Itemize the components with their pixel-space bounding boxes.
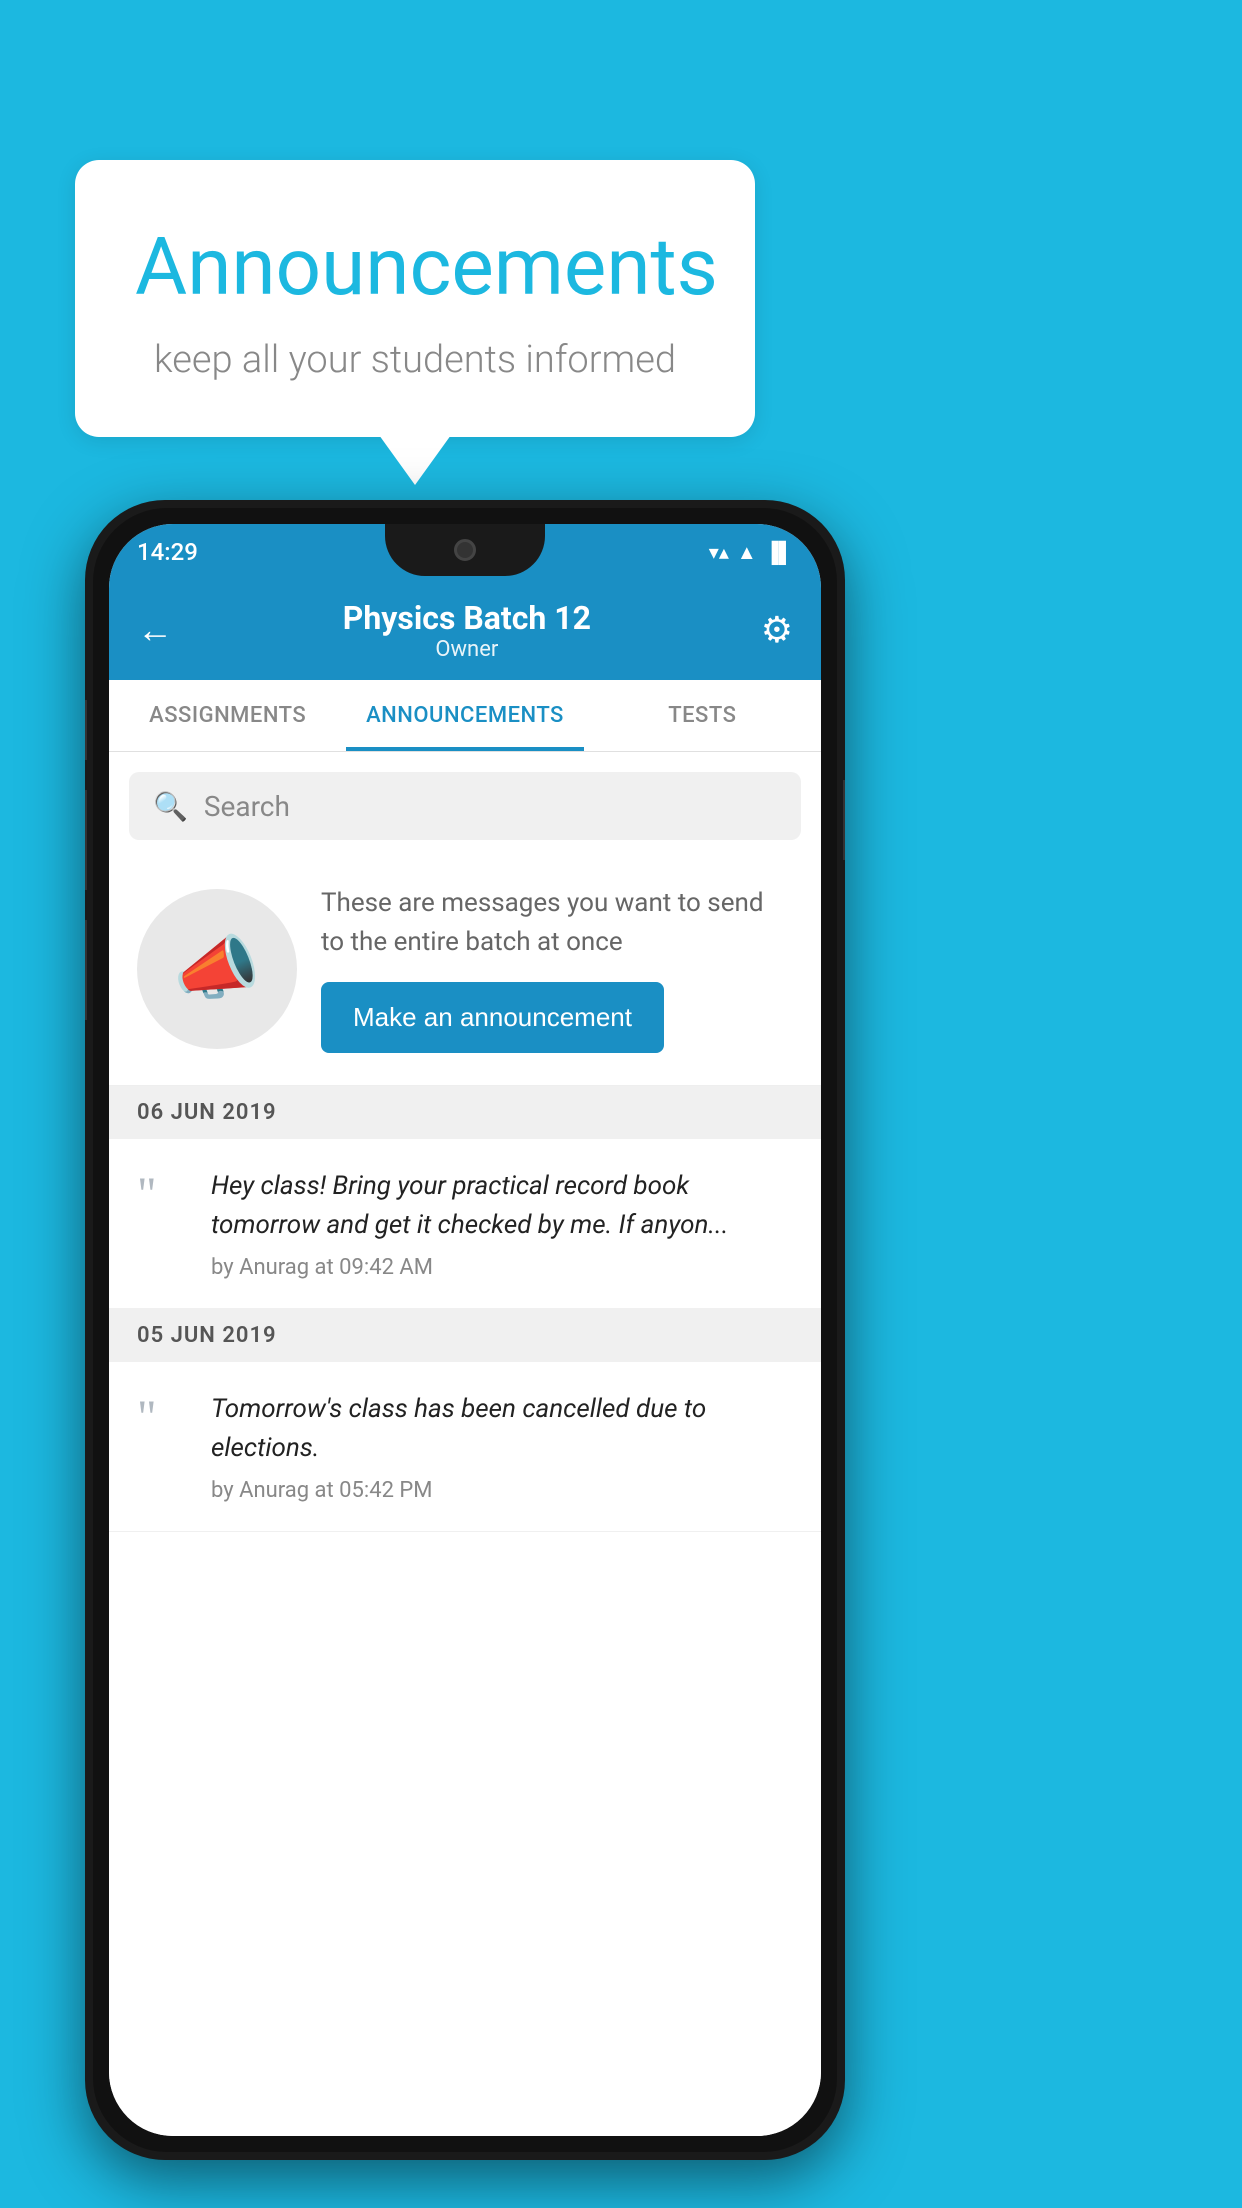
tab-assignments[interactable]: ASSIGNMENTS (109, 680, 346, 751)
speech-bubble-subtitle: keep all your students informed (135, 338, 695, 382)
tab-bar: ASSIGNMENTS ANNOUNCEMENTS TESTS (109, 680, 821, 752)
settings-button[interactable]: ⚙ (761, 609, 793, 651)
volume-up-button (85, 790, 87, 890)
tab-tests[interactable]: TESTS (584, 680, 821, 751)
quote-icon-2: " (137, 1394, 187, 1442)
phone-frame: 14:29 ▾▴ ▲ ▐▌ ← Physics Batch 12 Owner ⚙ (85, 500, 845, 2160)
speech-bubble-container: Announcements keep all your students inf… (75, 160, 755, 437)
phone-container: 14:29 ▾▴ ▲ ▐▌ ← Physics Batch 12 Owner ⚙ (85, 500, 845, 2160)
search-bar[interactable]: 🔍 Search (129, 772, 801, 840)
announcement-meta-2: by Anurag at 05:42 PM (211, 1478, 793, 1503)
app-header: ← Physics Batch 12 Owner ⚙ (109, 580, 821, 680)
content-area: 🔍 Search 📣 These are messages you want t… (109, 752, 821, 2136)
announcement-content-2: Tomorrow's class has been cancelled due … (211, 1390, 793, 1503)
status-icons: ▾▴ ▲ ▐▌ (709, 540, 793, 565)
header-title: Physics Batch 12 (343, 599, 591, 637)
search-icon: 🔍 (153, 790, 188, 823)
status-time: 14:29 (137, 538, 198, 566)
mute-button (85, 700, 87, 760)
wifi-icon: ▾▴ (709, 540, 729, 564)
date-separator-1: 06 JUN 2019 (109, 1086, 821, 1139)
back-button[interactable]: ← (137, 609, 173, 651)
announcement-item-2: " Tomorrow's class has been cancelled du… (109, 1362, 821, 1532)
search-placeholder: Search (204, 790, 290, 823)
speech-bubble-title: Announcements (135, 220, 695, 314)
speech-bubble: Announcements keep all your students inf… (75, 160, 755, 437)
header-subtitle: Owner (343, 637, 591, 662)
date-separator-2: 05 JUN 2019 (109, 1309, 821, 1362)
volume-down-button (85, 920, 87, 1020)
phone-screen: 14:29 ▾▴ ▲ ▐▌ ← Physics Batch 12 Owner ⚙ (109, 524, 821, 2136)
power-button (843, 780, 845, 860)
quote-icon-1: " (137, 1171, 187, 1219)
camera (454, 539, 476, 561)
header-title-container: Physics Batch 12 Owner (343, 599, 591, 662)
announcement-content-1: Hey class! Bring your practical record b… (211, 1167, 793, 1280)
announcement-promo: 📣 These are messages you want to send to… (109, 860, 821, 1086)
promo-right: These are messages you want to send to t… (321, 884, 793, 1053)
megaphone-icon: 📣 (173, 928, 260, 1010)
promo-description: These are messages you want to send to t… (321, 884, 793, 962)
announcement-item-1: " Hey class! Bring your practical record… (109, 1139, 821, 1309)
announcement-meta-1: by Anurag at 09:42 AM (211, 1255, 793, 1280)
announcement-text-2: Tomorrow's class has been cancelled due … (211, 1390, 793, 1468)
announcement-text-1: Hey class! Bring your practical record b… (211, 1167, 793, 1245)
promo-icon-circle: 📣 (137, 889, 297, 1049)
tab-announcements[interactable]: ANNOUNCEMENTS (346, 680, 583, 751)
phone-inner: 14:29 ▾▴ ▲ ▐▌ ← Physics Batch 12 Owner ⚙ (93, 508, 837, 2152)
notch (385, 524, 545, 576)
battery-icon: ▐▌ (765, 540, 793, 565)
make-announcement-button[interactable]: Make an announcement (321, 982, 664, 1053)
signal-icon: ▲ (737, 540, 757, 565)
